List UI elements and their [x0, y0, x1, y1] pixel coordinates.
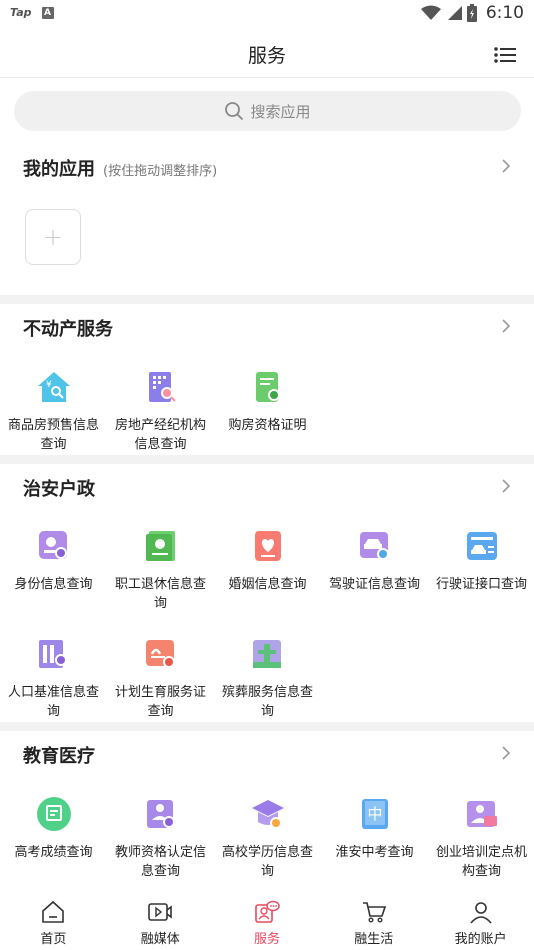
vehicle-license-icon — [466, 532, 497, 560]
section-title-education-medical: 教育医疗 — [23, 746, 95, 767]
app-vehicle-license-query[interactable]: 行驶证接口查询 — [428, 528, 534, 594]
family-planning-icon — [145, 640, 175, 668]
menu-list-icon[interactable] — [494, 46, 516, 64]
section-divider — [0, 295, 534, 304]
signal-icon — [447, 6, 462, 20]
app-zhongkao-query[interactable]: 中 淮安中考查询 — [321, 796, 428, 862]
section-divider — [0, 455, 534, 464]
app-college-degree-query[interactable]: 高校学历信息查询 — [214, 796, 321, 881]
funeral-service-icon — [252, 640, 281, 668]
tab-life[interactable]: 融生活 — [320, 892, 427, 950]
service-icon — [255, 900, 280, 923]
search-input[interactable]: 搜索应用 — [14, 91, 521, 131]
plus-icon: + — [42, 223, 64, 251]
page-title: 服务 — [247, 45, 286, 67]
tab-my-account[interactable]: 我的账户 — [427, 892, 534, 950]
clock: 6:10 — [485, 3, 524, 23]
section-title-real-estate: 不动产服务 — [23, 319, 113, 340]
tab-media[interactable]: 融媒体 — [107, 892, 214, 950]
home-icon — [42, 900, 65, 923]
graduation-cap-icon — [251, 800, 284, 829]
section-divider — [0, 722, 534, 731]
population-search-icon — [38, 640, 67, 668]
search-icon — [225, 102, 244, 121]
header: 服务 — [0, 28, 534, 78]
svg-text:¥: ¥ — [46, 380, 52, 390]
app-driver-license-query[interactable]: 驾驶证信息查询 — [321, 528, 428, 594]
public-security-chevron-right-icon[interactable] — [500, 478, 512, 494]
education-chevron-right-icon[interactable] — [500, 745, 512, 761]
id-card-search-icon — [38, 531, 67, 559]
training-institution-icon — [466, 801, 497, 827]
app-house-purchase-certificate[interactable]: 购房资格证明 — [214, 369, 321, 435]
driver-license-icon — [359, 532, 389, 560]
media-icon — [148, 903, 172, 921]
my-apps-subtitle: (按住拖动调整排序) — [103, 164, 218, 179]
app-teacher-qualification-query[interactable]: 教师资格认定信息查询 — [107, 796, 214, 881]
middle-exam-icon: 中 — [361, 799, 388, 829]
search-placeholder: 搜索应用 — [250, 102, 311, 121]
app-marriage-query[interactable]: 婚姻信息查询 — [214, 528, 321, 594]
real-estate-chevron-right-icon[interactable] — [500, 318, 512, 334]
house-search-icon: ¥ — [37, 372, 70, 402]
user-icon — [469, 902, 492, 924]
add-app-button[interactable]: + — [25, 209, 81, 265]
wifi-icon — [420, 5, 441, 20]
certificate-icon — [255, 372, 280, 402]
status-bar: Tap A 6:10 — [0, 0, 534, 28]
my-apps-title: 我的应用 (按住拖动调整排序) — [23, 159, 218, 180]
tab-service[interactable]: 服务 — [214, 892, 321, 950]
app-identity-query[interactable]: 身份信息查询 — [0, 528, 107, 594]
app-house-presale-query[interactable]: ¥ 商品房预售信息查询 — [0, 369, 107, 454]
section-title-public-security: 治安户政 — [23, 479, 95, 500]
tap-app-label: Tap — [10, 6, 32, 19]
cart-icon — [362, 902, 386, 923]
bottom-tab-bar: 首页 融媒体 服务 融生活 我的账户 — [0, 892, 534, 950]
retirement-book-icon — [145, 531, 175, 561]
notification-a-icon: A — [41, 6, 54, 19]
app-entrepreneurship-training-query[interactable]: 创业培训定点机构查询 — [428, 796, 534, 881]
app-realty-agency-query[interactable]: 房地产经纪机构信息查询 — [107, 369, 214, 454]
app-family-planning-query[interactable]: 计划生育服务证查询 — [107, 636, 214, 721]
marriage-heart-icon — [254, 531, 281, 561]
app-retirement-query[interactable]: 职工退休信息查询 — [107, 528, 214, 613]
tab-home[interactable]: 首页 — [0, 892, 107, 950]
app-gaokao-score-query[interactable]: 高考成绩查询 — [0, 796, 107, 862]
exam-score-icon — [36, 797, 71, 831]
teacher-qualification-icon — [146, 800, 175, 828]
my-apps-chevron-right-icon[interactable] — [500, 158, 512, 174]
app-funeral-service-query[interactable]: 殡葬服务信息查询 — [214, 636, 321, 721]
app-population-query[interactable]: 人口基准信息查询 — [0, 636, 107, 721]
svg-text:中: 中 — [367, 805, 382, 823]
battery-icon — [466, 4, 477, 22]
building-search-icon — [148, 372, 176, 402]
